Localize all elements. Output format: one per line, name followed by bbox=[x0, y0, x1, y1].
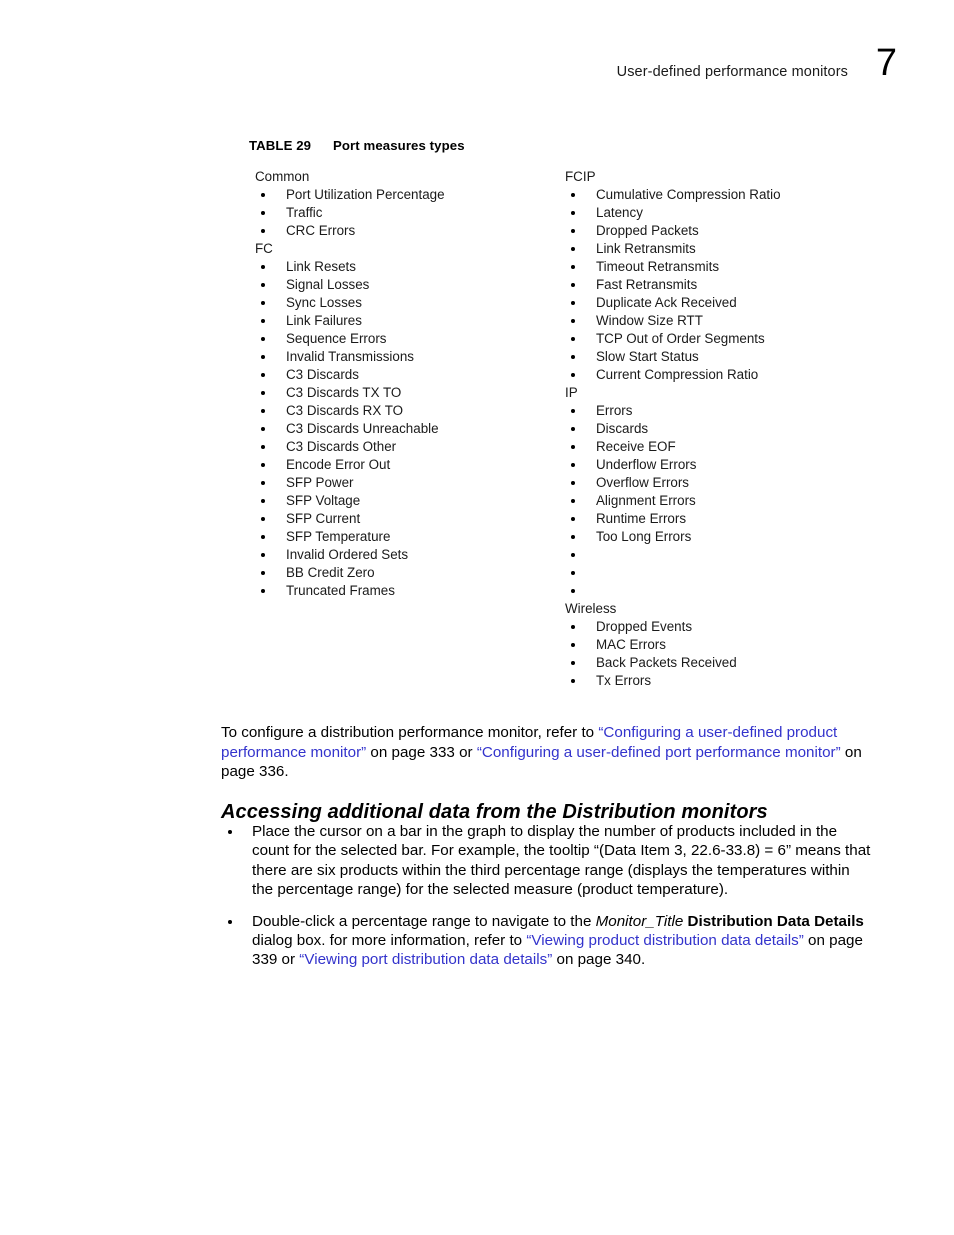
monitor-title-placeholder: Monitor_Title bbox=[595, 912, 684, 930]
list-item-empty bbox=[565, 564, 885, 582]
list-item: Timeout Retransmits bbox=[565, 258, 885, 276]
dialog-name: Distribution Data Details bbox=[683, 912, 864, 930]
table-caption-number: TABLE 29 bbox=[249, 138, 312, 153]
list-item: Discards bbox=[565, 420, 885, 438]
list-item: Errors bbox=[565, 402, 885, 420]
document-page: User-defined performance monitors 7 TABL… bbox=[0, 0, 954, 1235]
list-item-empty bbox=[565, 546, 885, 564]
header-title: User-defined performance monitors bbox=[616, 64, 848, 80]
list-item: Fast Retransmits bbox=[565, 276, 885, 294]
table-caption: TABLE 29 Port measures types bbox=[249, 138, 465, 153]
bullet-text: dialog box. for more information, refer … bbox=[252, 932, 527, 950]
list-item: Sync Losses bbox=[255, 294, 555, 312]
group-label-common: Common bbox=[255, 169, 310, 184]
list-item: BB Credit Zero bbox=[255, 564, 555, 582]
group-label-wireless: Wireless bbox=[565, 601, 617, 616]
measures-list-wireless: Dropped Events MAC Errors Back Packets R… bbox=[565, 618, 885, 690]
table-caption-title: Port measures types bbox=[333, 138, 465, 153]
list-item: SFP Temperature bbox=[255, 528, 555, 546]
list-item: Place the cursor on a bar in the graph t… bbox=[221, 822, 873, 900]
bullet-text: on page 340. bbox=[552, 951, 646, 969]
list-item: Receive EOF bbox=[565, 438, 885, 456]
list-item: Underflow Errors bbox=[565, 456, 885, 474]
paragraph-text: To configure a distribution performance … bbox=[221, 724, 599, 742]
group-label-fc: FC bbox=[255, 241, 273, 256]
list-item: MAC Errors bbox=[565, 636, 885, 654]
list-item: C3 Discards bbox=[255, 366, 555, 384]
list-item: Back Packets Received bbox=[565, 654, 885, 672]
list-item: Encode Error Out bbox=[255, 456, 555, 474]
list-item: Dropped Packets bbox=[565, 222, 885, 240]
group-label-fcip: FCIP bbox=[565, 169, 596, 184]
measures-list-fcip: Cumulative Compression Ratio Latency Dro… bbox=[565, 186, 885, 384]
list-item: SFP Voltage bbox=[255, 492, 555, 510]
paragraph-text: on page 333 or bbox=[366, 743, 477, 761]
list-item: Latency bbox=[565, 204, 885, 222]
list-item: Sequence Errors bbox=[255, 330, 555, 348]
list-item: Too Long Errors bbox=[565, 528, 885, 546]
list-item: C3 Discards Other bbox=[255, 438, 555, 456]
list-item: Duplicate Ack Received bbox=[565, 294, 885, 312]
list-item: Current Compression Ratio bbox=[565, 366, 885, 384]
list-item: Invalid Transmissions bbox=[255, 348, 555, 366]
measures-list-fc: Link Resets Signal Losses Sync Losses Li… bbox=[255, 258, 555, 600]
measures-column-left: Common Port Utilization Percentage Traff… bbox=[255, 168, 555, 600]
list-item: Cumulative Compression Ratio bbox=[565, 186, 885, 204]
list-item: Slow Start Status bbox=[565, 348, 885, 366]
list-item: Dropped Events bbox=[565, 618, 885, 636]
list-item-empty bbox=[565, 582, 885, 600]
page-header: User-defined performance monitors 7 bbox=[0, 44, 954, 104]
list-item: Runtime Errors bbox=[565, 510, 885, 528]
list-item: Invalid Ordered Sets bbox=[255, 546, 555, 564]
group-label-ip: IP bbox=[565, 385, 578, 400]
list-item: Overflow Errors bbox=[565, 474, 885, 492]
instructions-list: Place the cursor on a bar in the graph t… bbox=[221, 822, 873, 982]
chapter-number: 7 bbox=[875, 42, 897, 84]
cross-reference-link[interactable]: “Viewing port distribution data details” bbox=[299, 951, 552, 968]
bullet-text: Place the cursor on a bar in the graph t… bbox=[252, 823, 871, 899]
list-item: Link Failures bbox=[255, 312, 555, 330]
list-item: Double-click a percentage range to navig… bbox=[221, 912, 873, 970]
cross-reference-link[interactable]: “Viewing product distribution data detai… bbox=[526, 932, 803, 949]
list-item: SFP Power bbox=[255, 474, 555, 492]
cross-reference-link[interactable]: “Configuring a user-defined port perform… bbox=[477, 744, 841, 761]
section-heading: Accessing additional data from the Distr… bbox=[221, 800, 768, 823]
list-item: SFP Current bbox=[255, 510, 555, 528]
reference-paragraph: To configure a distribution performance … bbox=[221, 723, 873, 781]
list-item: Truncated Frames bbox=[255, 582, 555, 600]
measures-list-ip: Errors Discards Receive EOF Underflow Er… bbox=[565, 402, 885, 600]
list-item: Traffic bbox=[255, 204, 555, 222]
list-item: Tx Errors bbox=[565, 672, 885, 690]
list-item: C3 Discards TX TO bbox=[255, 384, 555, 402]
list-item: Link Resets bbox=[255, 258, 555, 276]
bullet-text: Double-click a percentage range to navig… bbox=[252, 912, 596, 930]
list-item: C3 Discards Unreachable bbox=[255, 420, 555, 438]
list-item: Signal Losses bbox=[255, 276, 555, 294]
list-item: Window Size RTT bbox=[565, 312, 885, 330]
measures-list-common: Port Utilization Percentage Traffic CRC … bbox=[255, 186, 555, 240]
list-item: Port Utilization Percentage bbox=[255, 186, 555, 204]
measures-column-right: FCIP Cumulative Compression Ratio Latenc… bbox=[565, 168, 885, 690]
list-item: C3 Discards RX TO bbox=[255, 402, 555, 420]
list-item: CRC Errors bbox=[255, 222, 555, 240]
list-item: Alignment Errors bbox=[565, 492, 885, 510]
list-item: TCP Out of Order Segments bbox=[565, 330, 885, 348]
list-item: Link Retransmits bbox=[565, 240, 885, 258]
